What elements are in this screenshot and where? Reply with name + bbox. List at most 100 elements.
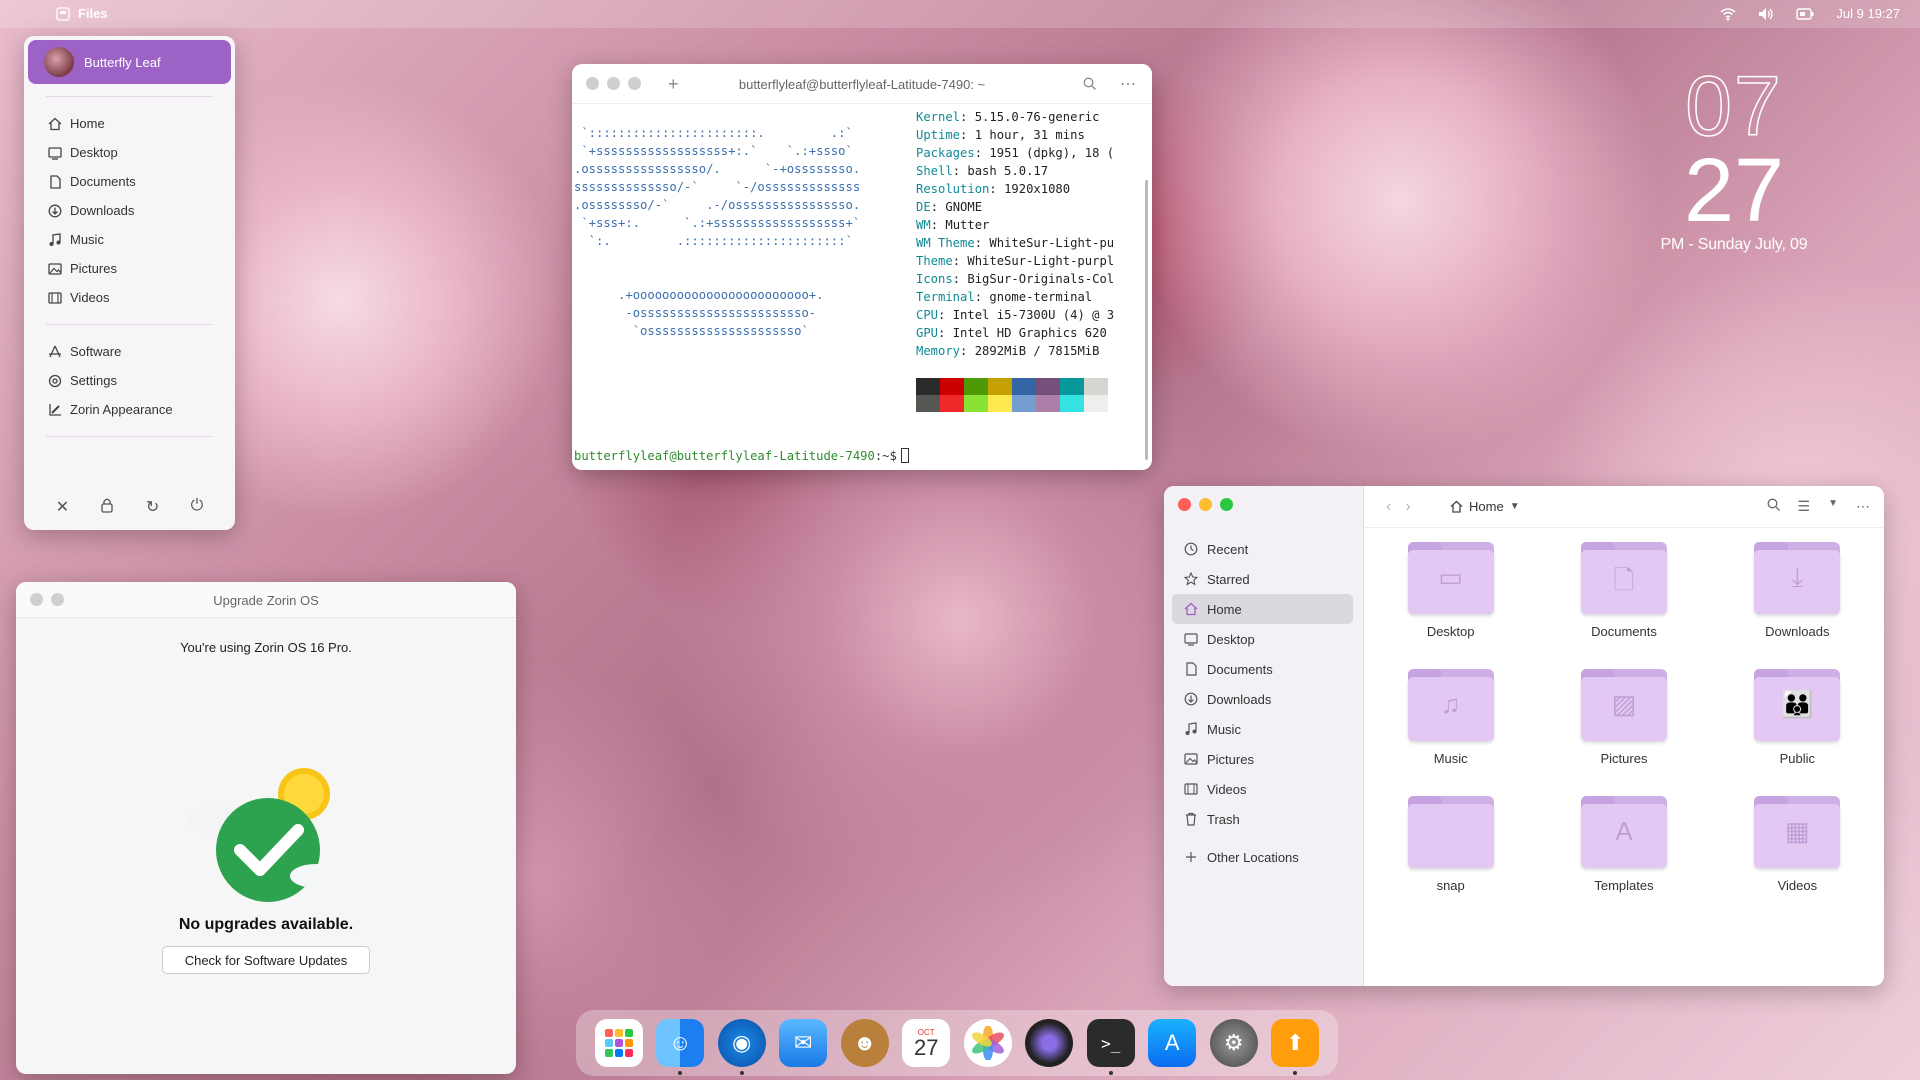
terminal-icon[interactable]: >_ [1086,1019,1135,1075]
settings-icon[interactable]: ⚙ [1209,1019,1258,1067]
menu-item-videos[interactable]: Videos [24,283,235,312]
sidebar-item-home[interactable]: Home [1172,594,1353,624]
contacts-icon[interactable]: ☻ [840,1019,889,1067]
folder-public[interactable]: 👪 Public [1711,669,1884,766]
places-list: Home Desktop Documents Downloads Music P… [24,109,235,312]
folder-videos[interactable]: ▦ Videos [1711,796,1884,893]
prompt-user: butterflyleaf@butterflyleaf-Latitude-749… [574,449,875,463]
app-grid-icon[interactable] [594,1019,643,1067]
software-updater-icon[interactable]: ⬆ [1271,1019,1320,1075]
folder-snap[interactable]: snap [1364,796,1537,893]
forward-icon[interactable]: › [1405,498,1424,515]
system-tray[interactable]: Jul 9 19:27 [1720,6,1900,21]
color-swatch [916,378,940,395]
appearance-icon [49,403,61,416]
active-app[interactable]: Files [56,6,108,21]
sidebar-label: Pictures [1207,751,1254,767]
sidebar-item-documents[interactable]: Documents [1172,654,1353,684]
folder-icon: 🗋 [1580,542,1667,614]
menu-item-home[interactable]: Home [24,109,235,138]
menu-item-pictures[interactable]: Pictures [24,254,235,283]
user-button[interactable]: Butterfly Leaf [28,40,231,84]
menu-item-desktop[interactable]: Desktop [24,138,235,167]
sidebar-item-videos[interactable]: Videos [1172,774,1353,804]
text-cursor [900,448,909,463]
folder-templates[interactable]: A Templates [1537,796,1710,893]
logo-line: -osssssssssssssssssssssso- [625,306,817,320]
clock-label[interactable]: Jul 9 19:27 [1836,6,1900,21]
maximize-window-button[interactable] [1220,498,1233,511]
shell-prompt[interactable]: butterflyleaf@butterflyleaf-Latitude-749… [574,448,909,463]
sidebar-item-music[interactable]: Music [1172,714,1353,744]
desktop-icon [1184,633,1198,646]
list-view-icon[interactable]: ☰ [1798,498,1811,515]
sidebar-item-desktop[interactable]: Desktop [1172,624,1353,654]
color-swatch [1036,378,1060,395]
lock-icon[interactable] [100,497,114,518]
info-key: Uptime [916,128,961,142]
screen-recorder-icon[interactable] [1025,1019,1074,1067]
wifi-icon[interactable] [1720,7,1736,21]
sidebar-item-starred[interactable]: Starred [1172,564,1353,594]
menu-icon[interactable]: ⋯ [1856,498,1870,515]
volume-icon[interactable] [1758,7,1774,21]
app-store-icon[interactable]: A [1148,1019,1197,1067]
folder-desktop[interactable]: ▭ Desktop [1364,542,1537,639]
picture-icon [48,262,62,275]
back-icon[interactable]: ‹ [1386,498,1405,515]
close-window-button[interactable] [1178,498,1191,511]
folder-documents[interactable]: 🗋 Documents [1537,542,1710,639]
user-name: Butterfly Leaf [84,54,161,70]
info-value: 1951 (dpkg), 18 ( [989,146,1115,160]
search-icon[interactable] [1767,498,1780,515]
folder-label: Templates [1594,878,1654,893]
folder-music[interactable]: ♫ Music [1364,669,1537,766]
menu-item-software[interactable]: Software [24,337,235,366]
sidebar-item-trash[interactable]: Trash [1172,804,1353,834]
calendar-icon[interactable]: OCT 27 [902,1019,951,1067]
menu-item-label: Documents [70,174,136,189]
color-swatch [1084,395,1108,412]
info-line: Kernel: 5.15.0-76-generic [916,110,1100,124]
sidebar-item-other-locations[interactable]: Other Locations [1172,842,1353,872]
browser-icon[interactable]: ◉ [717,1019,766,1075]
sidebar-item-recent[interactable]: Recent [1172,534,1353,564]
info-value: 1920x1080 [1004,182,1071,196]
finder-icon[interactable]: ☺ [656,1019,705,1075]
info-key: Kernel [916,110,961,124]
terminal-title: butterflyleaf@butterflyleaf-Latitude-749… [738,77,986,92]
color-swatch [1036,395,1060,412]
photos-icon[interactable] [963,1019,1012,1067]
sidebar-item-downloads[interactable]: Downloads [1172,684,1353,714]
minimize-window-button[interactable] [1199,498,1212,511]
upgrade-status: No upgrades available. [178,916,354,933]
path-bar[interactable]: Home ▼ [1450,499,1520,514]
info-key: WM Theme [916,236,975,250]
folder-downloads[interactable]: ⤓ Downloads [1711,542,1884,639]
sidebar-label: Videos [1207,781,1247,797]
mail-icon[interactable]: ✉ [779,1019,828,1067]
sidebar-item-pictures[interactable]: Pictures [1172,744,1353,774]
menu-icon[interactable]: ⋯ [1120,74,1136,94]
color-swatch [988,395,1012,412]
chevron-down-icon[interactable]: ▼ [1510,501,1520,512]
check-updates-button[interactable]: Check for Software Updates [162,946,370,974]
info-value: WhiteSur-Light-pu [989,236,1115,250]
search-icon[interactable] [1083,77,1096,95]
power-icon[interactable]: ⏻ [191,497,204,518]
menu-item-settings[interactable]: Settings [24,366,235,395]
restart-icon[interactable]: ↻ [146,497,159,518]
info-key: GPU [916,326,939,340]
info-line: DE: GNOME [916,200,983,214]
chevron-down-icon[interactable]: ▼ [1828,498,1838,515]
desktop-icon [48,146,62,160]
close-icon[interactable]: ✕ [56,497,69,518]
folder-icon [1407,796,1494,868]
menu-item-zorin-appearance[interactable]: Zorin Appearance [24,395,235,424]
scrollbar[interactable] [1145,180,1148,460]
battery-icon[interactable] [1796,7,1814,21]
menu-item-downloads[interactable]: Downloads [24,196,235,225]
menu-item-documents[interactable]: Documents [24,167,235,196]
menu-item-music[interactable]: Music [24,225,235,254]
folder-pictures[interactable]: ▨ Pictures [1537,669,1710,766]
